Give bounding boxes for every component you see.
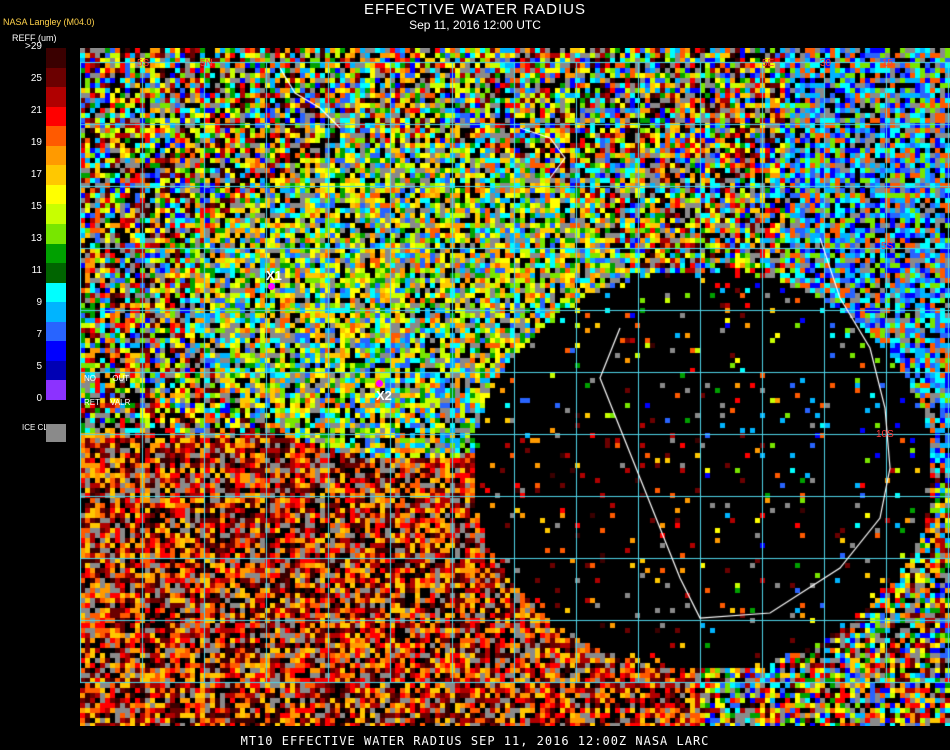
- legend-tick-label: >29: [25, 41, 42, 52]
- legend-swatch: [46, 184, 66, 205]
- color-scale-bar: [46, 48, 66, 401]
- product-title: EFFECTIVE WATER RADIUS: [363, 1, 586, 18]
- footer-caption: MT10 EFFECTIVE WATER RADIUS SEP 11, 2016…: [240, 734, 710, 748]
- legend-swatch: [46, 263, 66, 284]
- satellite-map[interactable]: [80, 48, 950, 726]
- legend-tick-label: 13: [30, 233, 42, 244]
- legend-swatch: [46, 243, 66, 264]
- legend-swatch: [46, 106, 66, 127]
- lat-label: 5E: [762, 58, 775, 69]
- no-retrieval-label: NO OUT: [84, 374, 130, 383]
- site-label-x1: X1: [266, 268, 282, 283]
- legend-swatch: [46, 302, 66, 323]
- lat-label: 5S: [137, 58, 150, 69]
- lat-label: 10S: [876, 429, 894, 440]
- ice-cloud-swatch: [46, 424, 66, 442]
- legend-swatch: [46, 341, 66, 362]
- legend-swatch: [46, 282, 66, 303]
- legend-swatch: [46, 224, 66, 245]
- legend-swatch: [46, 360, 66, 381]
- legend-swatch: [46, 67, 66, 88]
- reff-map-canvas: [80, 48, 950, 726]
- legend-tick-label: 7: [36, 329, 42, 340]
- legend-tick-label: 0: [36, 393, 42, 404]
- site-marker-x2[interactable]: [376, 380, 383, 387]
- site-label-x2: X2: [376, 388, 392, 403]
- timestamp: Sep 11, 2016 12:00 UTC: [409, 18, 541, 32]
- legend-swatch: [46, 204, 66, 225]
- legend-tick-label: 17: [30, 169, 42, 180]
- legend-tick-label: 9: [36, 297, 42, 308]
- legend-tick-label: 25: [30, 73, 42, 84]
- legend-swatch: [46, 145, 66, 166]
- source-label: NASA Langley (M04.0): [3, 17, 95, 27]
- legend-tick-label: 11: [31, 265, 42, 276]
- retrieval-label: RET VALR: [84, 398, 131, 407]
- legend-tick-label: 15: [30, 201, 42, 212]
- site-marker-x1[interactable]: [268, 283, 275, 290]
- lat-label: 30: [820, 58, 832, 69]
- legend-swatch: [46, 87, 66, 108]
- legend-tick-label: 19: [30, 137, 42, 148]
- legend-swatch: [46, 321, 66, 342]
- lat-label: 15: [882, 58, 894, 69]
- legend-tick-label: 21: [30, 105, 42, 116]
- legend-tick-label: 5: [36, 361, 42, 372]
- legend-swatch: [46, 380, 66, 401]
- lat-label: 5N: [200, 58, 213, 69]
- legend-swatch: [46, 126, 66, 147]
- legend-swatch: [46, 48, 66, 69]
- legend-swatch: [46, 165, 66, 186]
- lat-label: 5S: [881, 241, 894, 252]
